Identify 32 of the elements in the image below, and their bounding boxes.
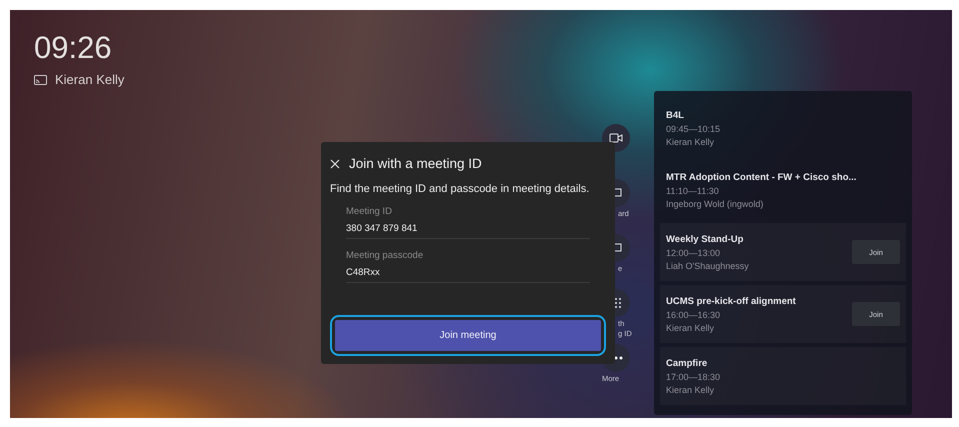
meeting-title: B4L (666, 110, 685, 120)
field-value: 380 347 879 841 (346, 223, 418, 234)
meeting-organizer: Kieran Kelly (666, 136, 716, 146)
meeting-organizer: Kieran Kelly (666, 322, 716, 332)
field-label: Meeting passcode (346, 250, 424, 261)
field-value: C48Rxx (346, 267, 381, 278)
meeting-title: MTR Adoption Content - FW + Cisco sho... (666, 172, 856, 182)
meeting-organizer: Kieran Kelly (666, 384, 716, 394)
meeting-time: 12:00—13:00 (666, 248, 722, 258)
meeting-organizer: Liah O'Shaughnessy (666, 260, 749, 270)
field-label: Meeting ID (346, 206, 393, 217)
meeting-item[interactable]: Campfire 17:00—18:30 Kieran Kelly (660, 347, 906, 405)
video-camera-icon (609, 132, 623, 144)
meeting-title: Weekly Stand-Up (666, 234, 744, 244)
meeting-time: 11:10—11:30 (666, 186, 720, 196)
clock: 09:26 (34, 30, 113, 66)
cast-icon (34, 74, 47, 84)
input-field[interactable]: Meeting passcode C48Rxx (346, 250, 590, 283)
meeting-title: UCMS pre-kick-off alignment (666, 296, 796, 306)
meeting-time: 16:00—16:30 (666, 310, 722, 320)
meeting-time: 17:00—18:30 (666, 372, 720, 382)
meeting-item[interactable]: B4L 09:45—10:15 Kieran Kelly (660, 99, 906, 157)
meeting-organizer: Ingeborg Wold (ingwold) (666, 198, 764, 208)
meeting-title: Campfire (666, 358, 708, 368)
meeting-time: 09:45—10:15 (666, 124, 720, 134)
meeting-item[interactable]: MTR Adoption Content - FW + Cisco sho... 11:10—11:30 Ingeborg Wold (ingwold) (660, 161, 906, 219)
room-name: Kieran Kelly (55, 72, 124, 87)
dialog-title: Join with a meeting ID (349, 156, 482, 171)
dialog-description: Find the meeting ID and passcode in meeting details. (330, 183, 590, 195)
join-meeting-button[interactable]: Join meeting (335, 320, 601, 351)
close-icon[interactable] (330, 158, 340, 168)
input-field[interactable]: Meeting ID 380 347 879 841 (346, 206, 590, 239)
